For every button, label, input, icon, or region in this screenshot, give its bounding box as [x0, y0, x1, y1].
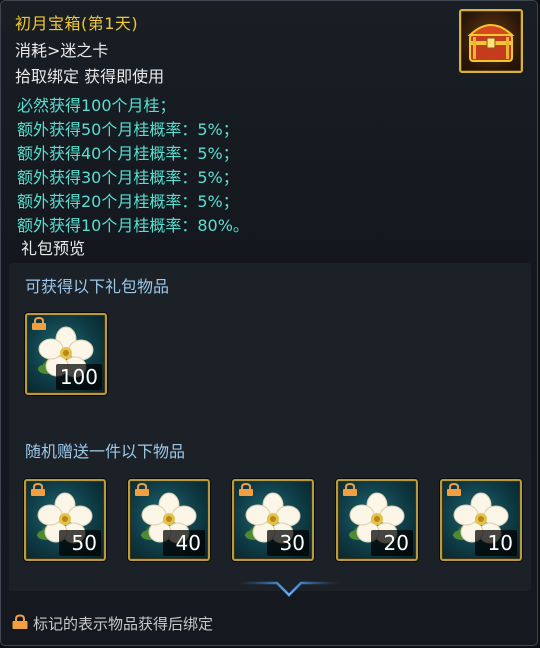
effect-line: 额外获得30个月桂概率：5%； [17, 168, 239, 187]
lock-icon [343, 483, 357, 496]
bind-note: 标记的表示物品获得后绑定 [33, 615, 214, 633]
guaranteed-items-label: 可获得以下礼包物品 [25, 277, 170, 296]
item-quantity: 20 [371, 530, 413, 556]
effect-line: 额外获得20个月桂概率：5%； [17, 192, 239, 211]
item-quantity: 100 [55, 364, 102, 390]
treasure-chest-icon [459, 9, 523, 73]
effect-line: 额外获得10个月桂概率：80%。 [17, 216, 249, 235]
chevron-down-icon[interactable] [237, 579, 341, 601]
bind-info-line: 拾取绑定 获得即使用 [15, 67, 165, 86]
item-slot[interactable]: 100 [25, 313, 107, 395]
effect-line: 额外获得40个月桂概率：5%； [17, 144, 239, 163]
item-quantity: 10 [475, 530, 517, 556]
lock-icon [135, 483, 149, 496]
item-slot[interactable]: 20 [336, 479, 418, 561]
lock-icon [31, 483, 45, 496]
item-quantity: 50 [59, 530, 101, 556]
lock-icon [12, 614, 28, 629]
random-items-label: 随机赠送一件以下物品 [25, 442, 186, 461]
item-slot[interactable]: 50 [24, 479, 106, 561]
item-slot[interactable]: 40 [128, 479, 210, 561]
item-quantity: 40 [163, 530, 205, 556]
lock-icon [32, 317, 46, 330]
gift-preview-label: 礼包预览 [21, 239, 86, 258]
item-title: 初月宝箱(第1天) [15, 14, 139, 33]
effect-line: 额外获得50个月桂概率：5%； [17, 120, 239, 139]
item-slot[interactable]: 10 [440, 479, 522, 561]
item-slot[interactable]: 30 [232, 479, 314, 561]
lock-icon [447, 483, 461, 496]
effect-line: 必然获得100个月桂； [17, 96, 176, 115]
item-quantity: 30 [267, 530, 309, 556]
item-tooltip: 初月宝箱(第1天) 消耗>迷之卡 拾取绑定 获得即使用 必然获得100个月桂； … [0, 0, 538, 646]
lock-icon [239, 483, 253, 496]
consume-line: 消耗>迷之卡 [15, 41, 109, 60]
